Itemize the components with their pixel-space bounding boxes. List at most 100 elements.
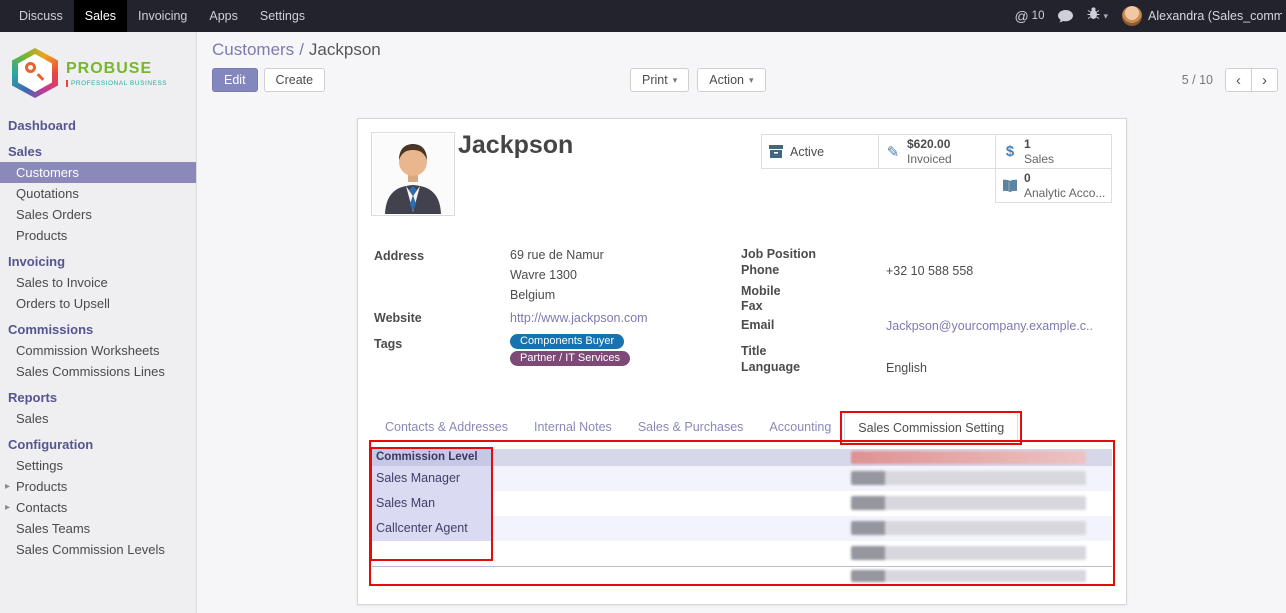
commission-level-cell[interactable]: Sales Man — [372, 491, 493, 516]
sidebar-item-commission-worksheets[interactable]: Commission Worksheets — [0, 340, 196, 361]
commission-level-cell[interactable]: Callcenter Agent — [372, 516, 493, 541]
edit-button[interactable]: Edit — [212, 68, 258, 92]
print-label: Print — [642, 73, 668, 87]
caret-down-icon: ▾ — [1103, 11, 1108, 22]
tab-sales-commission-setting[interactable]: Sales Commission Setting — [844, 412, 1018, 442]
sidebar-item-config-contacts[interactable]: ▸ Contacts — [0, 497, 196, 518]
stat-button-invoiced[interactable]: ✎ $620.00 Invoiced — [878, 134, 996, 169]
action-menu-button[interactable]: Action ▾ — [697, 68, 765, 92]
sidebar-item-quotations[interactable]: Quotations — [0, 183, 196, 204]
sidebar-item-sales-commissions-lines[interactable]: Sales Commissions Lines — [0, 361, 196, 382]
phone-label: Phone — [741, 263, 779, 277]
user-avatar — [1122, 6, 1142, 26]
table-row[interactable] — [372, 541, 1112, 566]
print-menu-button[interactable]: Print ▾ — [630, 68, 689, 92]
job-position-label: Job Position — [741, 247, 816, 261]
tag-components-buyer[interactable]: Components Buyer — [510, 334, 624, 349]
redacted-cell — [851, 496, 1086, 510]
stat-value: 1 — [1024, 137, 1054, 152]
stat-button-active[interactable]: Active — [761, 134, 879, 169]
sidebar-nav: Dashboard Sales Customers Quotations Sal… — [0, 115, 196, 560]
sidebar-item-products[interactable]: Products — [0, 225, 196, 246]
sidebar-item-dashboard[interactable]: Dashboard — [0, 115, 196, 136]
dollar-icon: $ — [996, 143, 1024, 160]
breadcrumb-customers[interactable]: Customers — [212, 40, 294, 59]
redacted-cell — [851, 521, 1086, 535]
sidebar-item-customers[interactable]: Customers — [0, 162, 196, 183]
sidebar-item-label: Products — [16, 479, 67, 494]
sidebar-item-reports-sales[interactable]: Sales — [0, 408, 196, 429]
mobile-label: Mobile — [741, 284, 781, 298]
language-value: English — [886, 361, 927, 375]
menu-invoicing[interactable]: Invoicing — [127, 0, 198, 32]
table-row[interactable]: Callcenter Agent — [372, 516, 1112, 541]
logo-title: PROBUSE — [66, 60, 167, 78]
redacted-footer-cell — [851, 570, 1086, 582]
website-link[interactable]: http://www.jackpson.com — [510, 311, 648, 325]
sidebar-section-commissions[interactable]: Commissions — [0, 319, 196, 340]
user-menu[interactable]: Alexandra (Sales_comm.. — [1122, 6, 1282, 26]
email-link[interactable]: Jackpson@yourcompany.example.c.. — [886, 319, 1093, 333]
create-button[interactable]: Create — [264, 68, 326, 92]
sidebar-section-reports[interactable]: Reports — [0, 387, 196, 408]
debug-menu[interactable]: ▾ — [1087, 7, 1108, 25]
sidebar-section-configuration[interactable]: Configuration — [0, 434, 196, 455]
caret-down-icon: ▾ — [749, 75, 754, 86]
stat-label: Analytic Acco... — [1024, 186, 1105, 201]
column-header-commission-level[interactable]: Commission Level — [372, 449, 493, 466]
address-label: Address — [374, 249, 424, 263]
sidebar: PROBUSE PROFESSIONAL BUSINESS Dashboard … — [0, 32, 197, 613]
sidebar-item-sales-commission-levels[interactable]: Sales Commission Levels — [0, 539, 196, 560]
breadcrumb-separator: / — [299, 40, 304, 59]
pencil-icon: ✎ — [879, 143, 907, 161]
redacted-cell — [851, 471, 1086, 485]
caret-down-icon: ▾ — [673, 75, 678, 86]
stat-value: 0 — [1024, 171, 1105, 186]
phone-value: +32 10 588 558 — [886, 264, 973, 278]
language-label: Language — [741, 360, 800, 374]
fax-label: Fax — [741, 299, 763, 313]
sidebar-section-invoicing[interactable]: Invoicing — [0, 251, 196, 272]
sidebar-item-config-settings[interactable]: Settings — [0, 455, 196, 476]
title-label: Title — [741, 344, 766, 358]
customer-photo[interactable] — [371, 132, 455, 216]
form-buttons: Edit Create — [212, 68, 325, 92]
menu-apps[interactable]: Apps — [198, 0, 249, 32]
address-line-1: 69 rue de Namur — [510, 248, 604, 262]
stat-button-sales[interactable]: $ 1 Sales — [995, 134, 1112, 169]
sidebar-section-sales[interactable]: Sales — [0, 141, 196, 162]
mentions-counter[interactable]: @ 10 — [1014, 8, 1044, 24]
table-row[interactable]: Sales Man — [372, 491, 1112, 516]
commission-level-cell[interactable]: Sales Manager — [372, 466, 493, 491]
breadcrumb-current: Jackpson — [309, 40, 381, 59]
tab-accounting[interactable]: Accounting — [756, 412, 844, 441]
sidebar-item-orders-to-upsell[interactable]: Orders to Upsell — [0, 293, 196, 314]
pager-value: 5 / 10 — [1182, 73, 1213, 87]
chat-icon[interactable] — [1058, 10, 1073, 23]
menu-sales[interactable]: Sales — [74, 0, 127, 32]
tab-sales-purchases[interactable]: Sales & Purchases — [625, 412, 757, 441]
tab-contacts-addresses[interactable]: Contacts & Addresses — [372, 412, 521, 441]
sidebar-item-sales-to-invoice[interactable]: Sales to Invoice — [0, 272, 196, 293]
record-title: Jackpson — [458, 131, 573, 160]
mention-count: 10 — [1032, 10, 1045, 22]
tab-label: Sales Commission Setting — [858, 421, 1004, 435]
pager-previous-button[interactable]: ‹ — [1225, 68, 1252, 92]
pager-next-button[interactable]: › — [1251, 68, 1278, 92]
menu-settings[interactable]: Settings — [249, 0, 316, 32]
redacted-cell — [851, 546, 1086, 560]
probuse-hexagon-icon — [12, 48, 58, 98]
expand-arrow-icon: ▸ — [5, 500, 10, 516]
sidebar-item-config-products[interactable]: ▸ Products — [0, 476, 196, 497]
website-label: Website — [374, 311, 422, 325]
tab-internal-notes[interactable]: Internal Notes — [521, 412, 625, 441]
sidebar-item-sales-teams[interactable]: Sales Teams — [0, 518, 196, 539]
tags-label: Tags — [374, 337, 402, 351]
table-row[interactable]: Sales Manager — [372, 466, 1112, 491]
menu-discuss[interactable]: Discuss — [8, 0, 74, 32]
stat-button-analytic-accounts[interactable]: 0 Analytic Acco... — [995, 168, 1112, 203]
person-avatar-icon — [373, 134, 453, 214]
sidebar-item-sales-orders[interactable]: Sales Orders — [0, 204, 196, 225]
tag-partner-it-services[interactable]: Partner / IT Services — [510, 351, 630, 366]
table-header-row: Commission Level — [372, 449, 1112, 466]
